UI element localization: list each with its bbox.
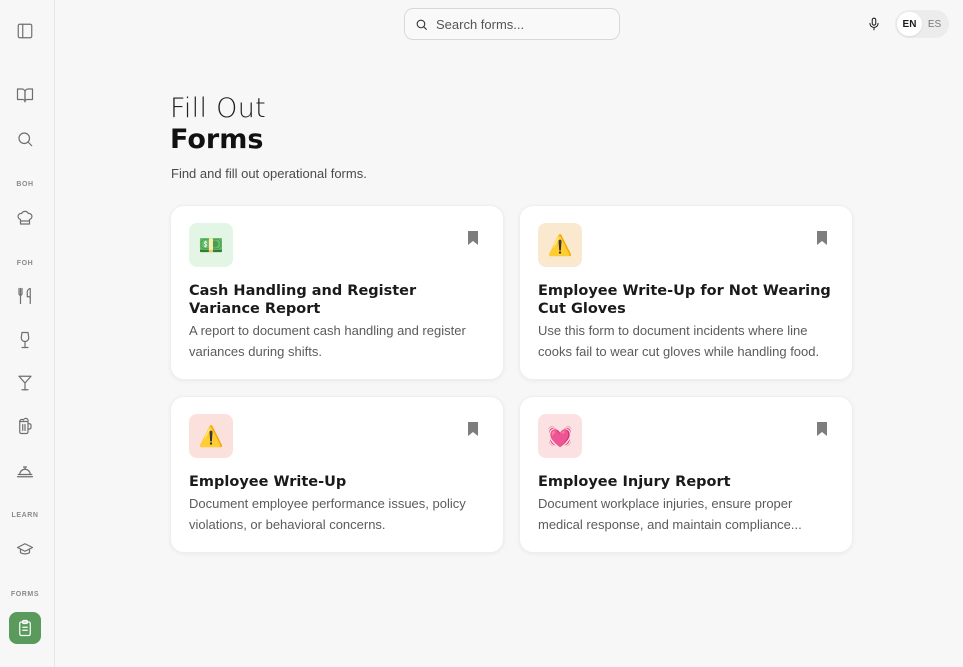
form-card-description: Use this form to document incidents wher…	[538, 323, 820, 359]
section-label-foh: FOH	[16, 260, 34, 267]
form-card-title: Cash Handling and Register Variance Repo…	[189, 283, 417, 317]
form-card-title: Employee Write-Up for Not Wearing Cut Gl…	[538, 283, 831, 317]
form-card-description: Document employee performance issues, po…	[189, 496, 466, 532]
form-card-title: Employee Injury Report	[538, 474, 731, 490]
language-option-es[interactable]: ES	[922, 12, 947, 36]
section-label-learn: LEARN	[11, 512, 39, 519]
form-card-title: Employee Write-Up	[189, 474, 347, 490]
warning-emoji-icon: ⚠️	[189, 414, 233, 458]
sidebar-toggle-icon[interactable]	[13, 19, 37, 43]
search-bar[interactable]	[404, 8, 620, 40]
language-option-en[interactable]: EN	[897, 12, 922, 36]
page-subtitle: Find and fill out operational forms.	[171, 166, 367, 181]
service-bell-icon[interactable]	[13, 458, 37, 482]
language-toggle: EN ES	[895, 10, 949, 38]
bookmark-icon[interactable]	[467, 231, 479, 245]
beer-mug-icon[interactable]	[13, 414, 37, 438]
bookmark-icon[interactable]	[816, 231, 828, 245]
form-card[interactable]: 💵 Cash Handling and Register Variance Re…	[170, 205, 504, 380]
book-icon[interactable]	[13, 83, 37, 107]
chef-hat-icon[interactable]	[13, 206, 37, 230]
martini-icon[interactable]	[13, 371, 37, 395]
cash-emoji-icon: 💵	[189, 223, 233, 267]
graduation-cap-icon[interactable]	[13, 537, 37, 561]
warning-emoji-icon: ⚠️	[538, 223, 582, 267]
bookmark-icon[interactable]	[467, 422, 479, 436]
page-title: Forms	[170, 124, 264, 155]
clipboard-icon	[19, 619, 31, 637]
form-card[interactable]: ⚠️ Employee Write-Up for Not Wearing Cut…	[519, 205, 853, 380]
search-input[interactable]	[436, 16, 606, 32]
sidebar: BOH FOH LEARN FORMS	[0, 0, 55, 667]
utensils-icon[interactable]	[13, 284, 37, 308]
heart-emoji-icon: 💓	[538, 414, 582, 458]
bookmark-icon[interactable]	[816, 422, 828, 436]
form-card[interactable]: ⚠️ Employee Write-Up Document employee p…	[170, 396, 504, 553]
sidebar-item-forms[interactable]	[9, 612, 41, 644]
search-icon	[416, 19, 427, 30]
form-card[interactable]: 💓 Employee Injury Report Document workpl…	[519, 396, 853, 553]
form-card-description: A report to document cash handling and r…	[189, 323, 466, 359]
section-label-boh: BOH	[16, 181, 34, 188]
form-card-description: Document workplace injuries, ensure prop…	[538, 496, 802, 532]
wine-glass-icon[interactable]	[13, 328, 37, 352]
section-label-forms: FORMS	[10, 591, 40, 598]
search-icon[interactable]	[13, 127, 37, 151]
page-title-light: Fill Out	[170, 93, 267, 124]
microphone-icon[interactable]	[866, 15, 882, 33]
